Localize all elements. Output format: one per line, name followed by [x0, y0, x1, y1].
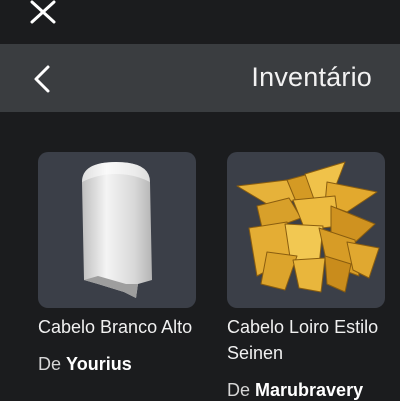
back-button[interactable] [30, 64, 56, 94]
page-header: Inventário [0, 44, 400, 112]
item-thumbnail [38, 152, 196, 308]
blonde-hair-image [236, 161, 380, 293]
inventory-item-card[interactable]: Cabelo Loiro Estilo Seinen De Marubraver… [227, 152, 385, 401]
close-icon [30, 0, 56, 24]
creator-prefix: De [38, 354, 62, 374]
creator-prefix: De [227, 380, 251, 400]
page-title: Inventário [251, 62, 372, 92]
chevron-left-icon [34, 65, 50, 93]
close-button[interactable] [28, 0, 58, 26]
inventory-grid: Cabelo Branco Alto De Yourius Cabelo Loi… [0, 112, 400, 400]
item-creator: De Marubravery [227, 380, 385, 401]
inventory-item-card[interactable]: Cabelo Branco Alto De Yourius [38, 152, 196, 375]
creator-name[interactable]: Marubravery [255, 380, 363, 400]
creator-name[interactable]: Yourius [66, 354, 132, 374]
item-thumbnail [227, 152, 385, 308]
white-hair-image [82, 162, 152, 298]
item-name: Cabelo Branco Alto [38, 317, 193, 337]
top-bar [0, 0, 400, 44]
item-creator: De Yourius [38, 354, 196, 375]
item-name: Cabelo Loiro Estilo Seinen [227, 317, 379, 363]
